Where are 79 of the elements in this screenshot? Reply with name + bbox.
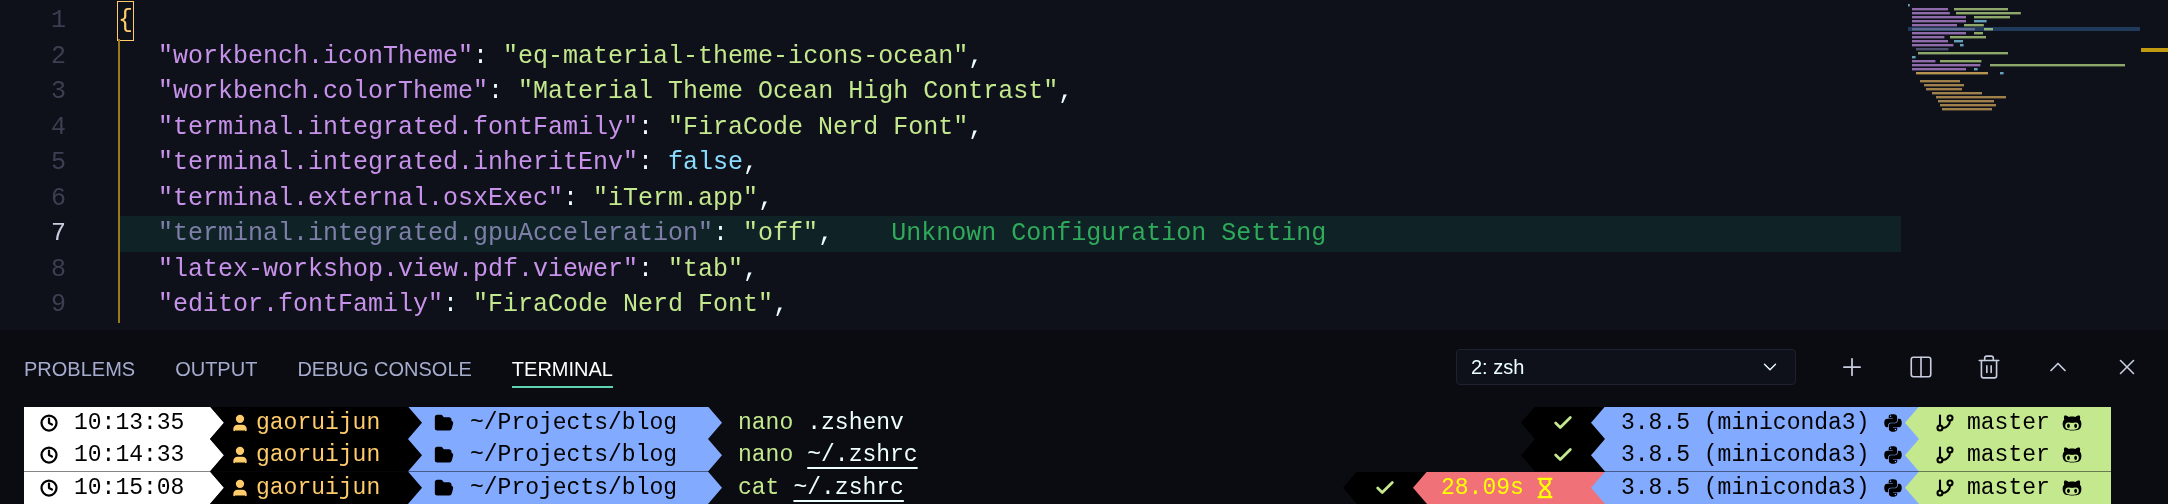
branch-icon xyxy=(1935,445,1955,466)
setting-value: "off" xyxy=(743,218,819,250)
punctuation: : xyxy=(638,111,655,144)
punctuation: , xyxy=(758,182,774,215)
setting-key: "latex-workshop.view.pdf.viewer" xyxy=(158,250,639,288)
setting-value: "iTerm.app" xyxy=(593,182,759,215)
punctuation: : xyxy=(638,253,655,286)
matched-brace: { xyxy=(118,2,133,40)
punctuation: : xyxy=(473,40,490,73)
trash-icon[interactable] xyxy=(1976,354,2002,381)
prompt-time: 10:14:33 xyxy=(74,441,185,470)
setting-key: "terminal.integrated.gpuAcceleration" xyxy=(158,215,714,253)
setting-value: "eq-material-theme-icons-ocean" xyxy=(503,40,969,73)
line-number: 7 xyxy=(50,218,66,250)
clock-icon xyxy=(40,446,58,465)
setting-value: "Material Theme Ocean High Contrast" xyxy=(518,76,1059,108)
panel-tab[interactable]: PROBLEMS xyxy=(24,352,136,389)
folder-icon xyxy=(434,412,454,433)
punctuation: : xyxy=(488,76,505,108)
clock-icon xyxy=(40,413,58,432)
punctuation: , xyxy=(968,111,984,144)
python-icon xyxy=(1883,412,1904,433)
prompt-path: ~/Projects/blog xyxy=(470,441,678,470)
git-branch: master xyxy=(1967,441,2050,470)
setting-value: false xyxy=(668,147,744,179)
punctuation: , xyxy=(773,289,789,321)
python-icon xyxy=(1883,477,1904,498)
punctuation: , xyxy=(743,147,759,179)
prompt-time: 10:15:08 xyxy=(74,473,185,503)
terminal-dropdown[interactable]: 2: zsh xyxy=(1456,349,1796,386)
setting-key: "workbench.iconTheme" xyxy=(158,37,474,75)
setting-key: "terminal.integrated.inheritEnv" xyxy=(158,144,639,182)
user-icon xyxy=(230,412,250,433)
punctuation: , xyxy=(818,218,834,250)
python-version: 3.8.5 (miniconda3) xyxy=(1621,441,1870,470)
punctuation: : xyxy=(563,182,580,215)
punctuation: : xyxy=(638,147,655,179)
git-branch: master xyxy=(1967,473,2050,503)
panel-tab[interactable]: OUTPUT xyxy=(175,352,258,389)
terminal-command: nano xyxy=(738,441,794,470)
python-icon xyxy=(1883,445,1904,466)
panel-tab[interactable]: DEBUG CONSOLE xyxy=(297,352,472,389)
git-branch: master xyxy=(1967,408,2050,438)
punctuation: , xyxy=(743,253,759,286)
clock-icon xyxy=(40,478,58,497)
setting-value: "FiraCode Nerd Font" xyxy=(473,289,774,321)
branch-icon xyxy=(1935,412,1955,433)
setting-key: "terminal.integrated.fontFamily" xyxy=(158,108,639,146)
prompt-time: 10:13:35 xyxy=(74,408,185,438)
python-version: 3.8.5 (miniconda3) xyxy=(1621,408,1870,438)
prompt-user: gaoruijun xyxy=(256,473,381,503)
prompt-path: ~/Projects/blog xyxy=(470,408,678,438)
user-icon xyxy=(230,445,250,466)
user-icon xyxy=(230,477,250,498)
folder-icon xyxy=(434,477,454,498)
prompt-user: gaoruijun xyxy=(256,408,381,438)
setting-key: "workbench.colorTheme" xyxy=(158,73,489,111)
command-argument: .zshenv xyxy=(807,408,904,438)
punctuation: : xyxy=(443,289,460,321)
command-duration: 28.09s xyxy=(1441,473,1524,503)
prompt-user: gaoruijun xyxy=(256,441,381,470)
split-icon[interactable] xyxy=(1908,354,1934,381)
setting-key: "editor.fontFamily" xyxy=(158,286,444,324)
command-argument: ~/.zshrc xyxy=(793,473,904,503)
setting-value: "FiraCode Nerd Font" xyxy=(668,111,969,144)
diagnostic-hint: Unknown Configuration Setting xyxy=(891,218,1327,250)
setting-value: "tab" xyxy=(668,253,744,286)
punctuation: : xyxy=(713,218,730,250)
octocat-icon xyxy=(2061,445,2082,466)
terminal-command: nano xyxy=(738,408,794,438)
terminal-command: cat xyxy=(738,473,780,503)
command-argument: ~/.zshrc xyxy=(807,441,918,470)
python-version: 3.8.5 (miniconda3) xyxy=(1621,473,1870,503)
panel-tab[interactable]: TERMINAL xyxy=(511,352,613,389)
prompt-path: ~/Projects/blog xyxy=(470,473,678,503)
punctuation: , xyxy=(1058,76,1074,108)
setting-key: "terminal.external.osxExec" xyxy=(158,179,564,217)
branch-icon xyxy=(1935,477,1955,498)
punctuation: , xyxy=(968,40,984,73)
